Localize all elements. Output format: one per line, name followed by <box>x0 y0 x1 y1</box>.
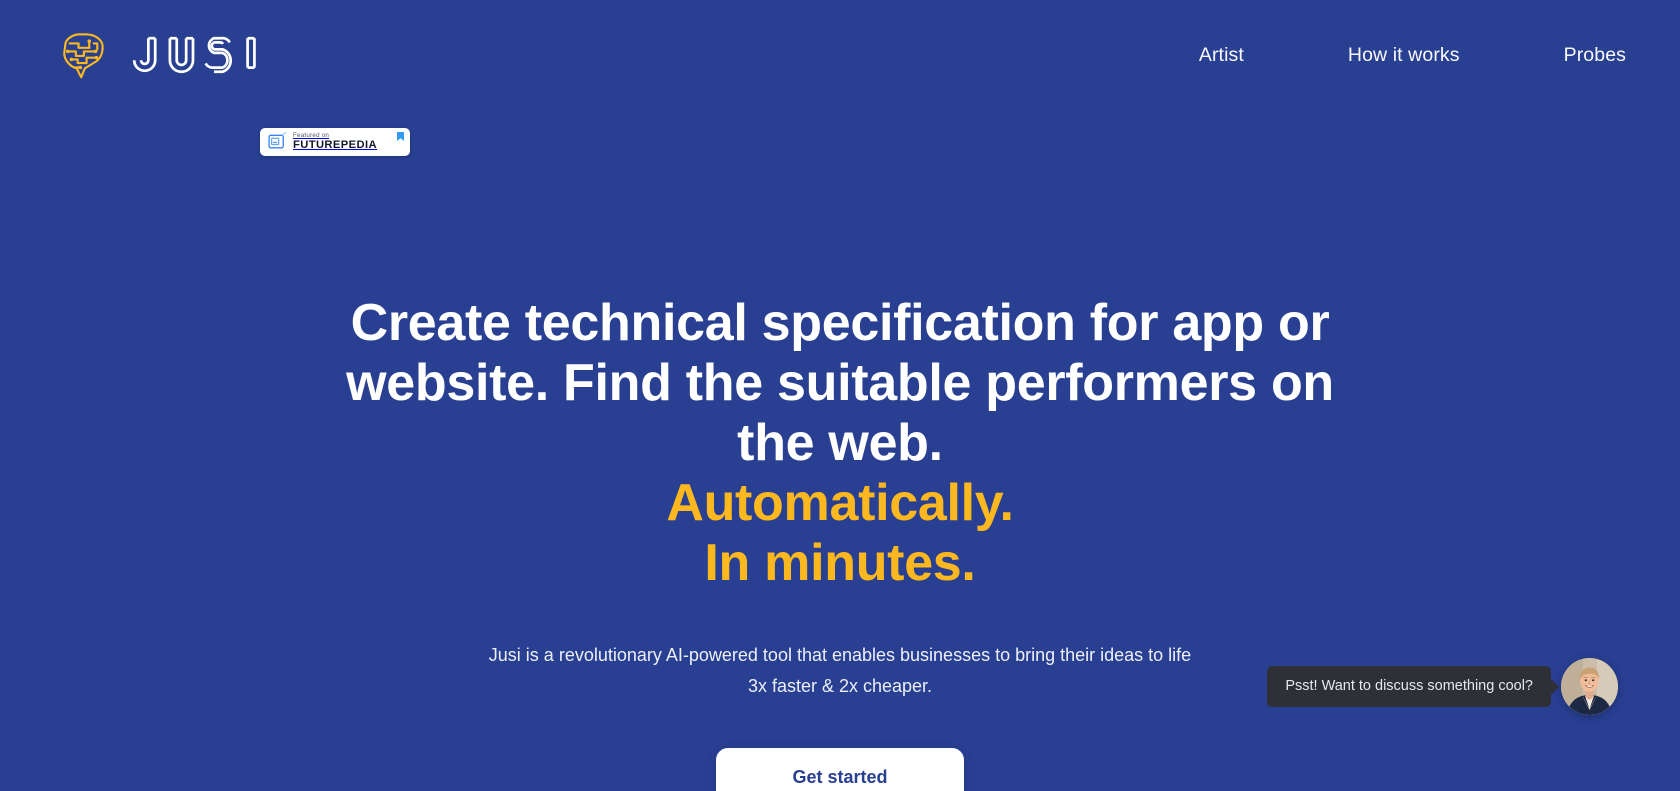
support-agent-photo <box>1561 658 1618 715</box>
headline-line-1: Create technical specification for app <box>350 294 1265 352</box>
hero-subtitle: Jusi is a revolutionary AI-powered tool … <box>489 640 1191 702</box>
get-started-button[interactable]: Get started <box>716 748 964 791</box>
page-title: Create technical specification for app o… <box>340 293 1340 593</box>
hero-cta-row: Get started <box>716 748 964 791</box>
headline-accent-in-minutes: In minutes. <box>704 534 976 592</box>
subtitle-line-2: 3x faster & 2x cheaper. <box>747 676 933 696</box>
subtitle-line-1: Jusi is a revolutionary AI-powered tool … <box>488 645 1192 665</box>
avatar[interactable] <box>1561 658 1618 715</box>
chat-teaser-bubble[interactable]: Psst! Want to discuss something cool? <box>1267 665 1551 708</box>
chat-widget: Psst! Want to discuss something cool? <box>1267 658 1618 715</box>
headline-accent-automatically: Automatically. <box>666 474 1014 532</box>
